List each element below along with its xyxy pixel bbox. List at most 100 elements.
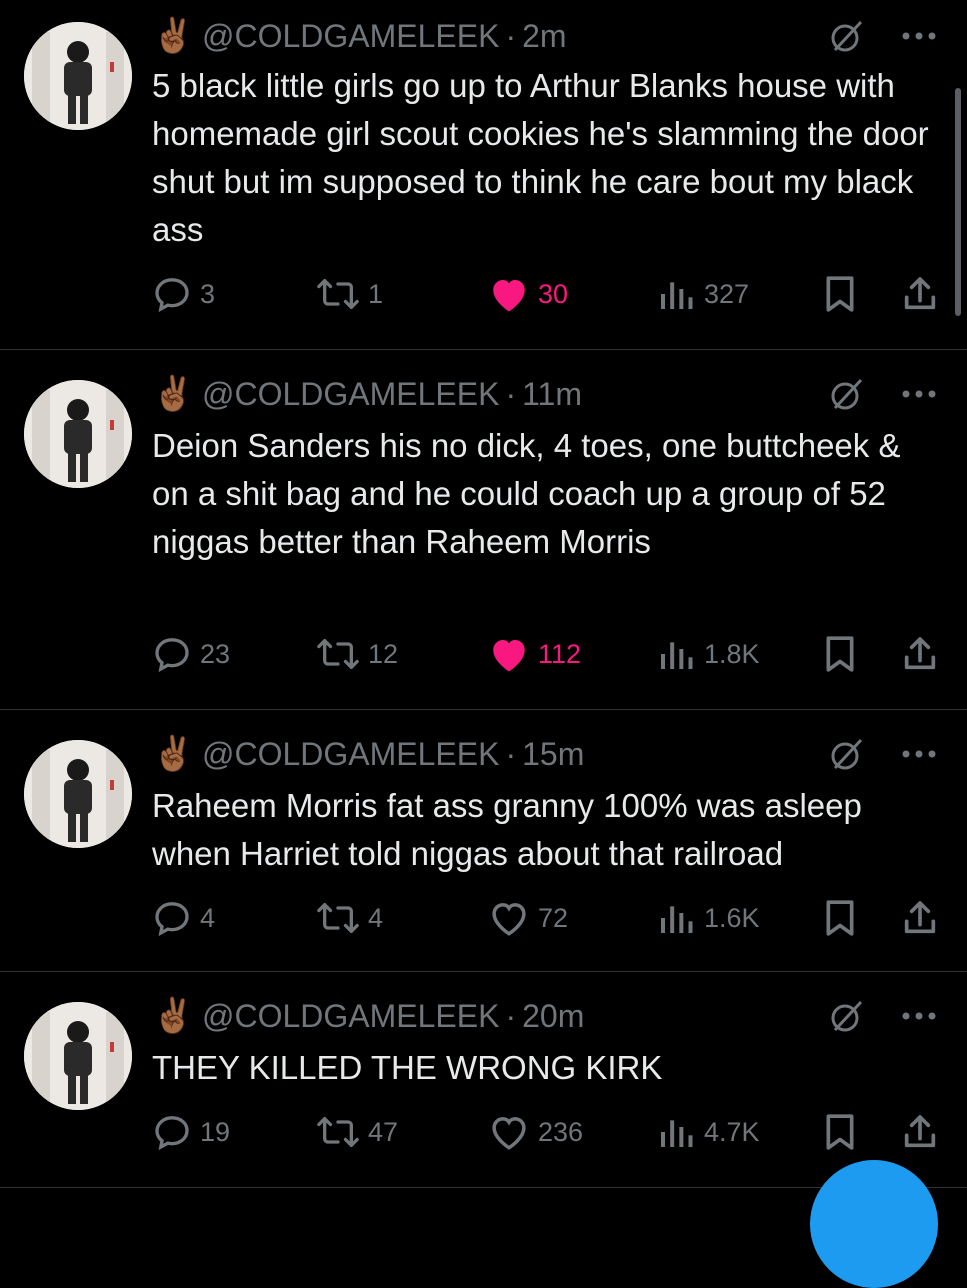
victory-hand-emoji: ✌🏾 (152, 374, 195, 414)
bookmark-icon (826, 636, 854, 672)
more-options-icon[interactable] (901, 31, 937, 41)
views-bar-chart-icon (661, 906, 693, 933)
like-count: 72 (538, 902, 569, 933)
separator-dot: · (505, 735, 517, 772)
tweet-header: ✌🏾 @COLDGAMELEEK · 11m (152, 370, 937, 418)
avatar[interactable] (24, 380, 132, 488)
more-options-icon[interactable] (901, 749, 937, 759)
share-icon (904, 901, 936, 934)
tweet-header: ✌🏾 @COLDGAMELEEK · 2m (152, 12, 937, 60)
user-handle[interactable]: @COLDGAMELEEK (202, 736, 499, 773)
avatar-image (24, 380, 132, 488)
avatar-image (24, 22, 132, 130)
bookmark-icon (826, 900, 854, 936)
grok-icon[interactable] (829, 376, 865, 412)
like-button[interactable]: 30 (488, 274, 568, 314)
views-button[interactable]: 1.6K (656, 898, 760, 938)
tweet-actions: 3 1 30 327 (152, 274, 943, 314)
tweet[interactable]: ✌🏾 @COLDGAMELEEK · 2m 5 black little gir… (0, 0, 967, 350)
heart-outline-icon (492, 1117, 526, 1150)
reply-button[interactable]: 19 (152, 1112, 230, 1152)
tweet[interactable]: ✌🏾 @COLDGAMELEEK · 11m Deion Sanders his… (0, 350, 967, 710)
repost-button[interactable]: 4 (316, 898, 383, 938)
share-button[interactable] (900, 1112, 940, 1152)
user-handle[interactable]: @COLDGAMELEEK (202, 998, 499, 1035)
repost-icon (317, 903, 359, 933)
victory-hand-emoji: ✌🏾 (152, 996, 195, 1036)
views-bar-chart-icon (661, 1120, 693, 1147)
like-count: 30 (538, 278, 569, 309)
victory-hand-emoji: ✌🏾 (152, 734, 195, 774)
more-options-icon[interactable] (901, 1011, 937, 1021)
avatar[interactable] (24, 22, 132, 130)
tweet-header: ✌🏾 @COLDGAMELEEK · 20m (152, 992, 937, 1040)
bookmark-button[interactable] (822, 274, 858, 314)
reply-button[interactable]: 23 (152, 634, 230, 674)
views-button[interactable]: 4.7K (656, 1112, 760, 1152)
more-options-icon[interactable] (901, 389, 937, 399)
share-button[interactable] (900, 274, 940, 314)
tweet-text: Deion Sanders his no dick, 4 toes, one b… (152, 427, 901, 560)
repost-icon (317, 279, 359, 309)
tweet[interactable]: ✌🏾 @COLDGAMELEEK · 20m THEY KILLED THE W… (0, 972, 967, 1188)
bookmark-button[interactable] (822, 898, 858, 938)
like-button[interactable]: 112 (488, 634, 581, 674)
tweet-actions: 23 12 112 1.8K (152, 634, 943, 674)
timestamp[interactable]: 11m (522, 376, 582, 413)
bookmark-icon (826, 276, 854, 312)
avatar-image (24, 740, 132, 848)
share-button[interactable] (900, 898, 940, 938)
reply-count: 3 (200, 278, 216, 309)
avatar[interactable] (24, 740, 132, 848)
repost-count: 4 (368, 902, 384, 933)
grok-icon[interactable] (829, 736, 865, 772)
timestamp[interactable]: 15m (522, 736, 584, 773)
bookmark-icon (826, 1114, 854, 1150)
scrollbar[interactable] (955, 88, 961, 316)
bookmark-button[interactable] (822, 634, 858, 674)
heart-icon (493, 280, 525, 312)
tweet-text: Raheem Morris fat ass granny 100% was as… (152, 787, 862, 872)
repost-button[interactable]: 12 (316, 634, 398, 674)
view-count: 327 (704, 278, 750, 309)
tweet-text: 5 black little girls go up to Arthur Bla… (152, 67, 929, 248)
repost-count: 47 (368, 1116, 399, 1147)
repost-count: 12 (368, 638, 399, 669)
share-button[interactable] (900, 634, 940, 674)
reply-icon (155, 1116, 189, 1151)
tweet-header: ✌🏾 @COLDGAMELEEK · 15m (152, 730, 937, 778)
avatar[interactable] (24, 1002, 132, 1110)
bookmark-button[interactable] (822, 1112, 858, 1152)
tweet[interactable]: ✌🏾 @COLDGAMELEEK · 15m Raheem Morris fat… (0, 710, 967, 972)
reply-icon (155, 902, 189, 937)
like-button[interactable]: 236 (488, 1112, 583, 1152)
reply-button[interactable]: 3 (152, 274, 215, 314)
views-button[interactable]: 1.8K (656, 634, 760, 674)
tweet-text: THEY KILLED THE WRONG KIRK (152, 1049, 663, 1086)
reply-button[interactable]: 4 (152, 898, 215, 938)
like-count: 236 (538, 1116, 584, 1147)
heart-outline-icon (492, 903, 526, 936)
timeline-feed: ✌🏾 @COLDGAMELEEK · 2m 5 black little gir… (0, 0, 967, 1288)
repost-icon (317, 639, 359, 669)
grok-icon[interactable] (829, 998, 865, 1034)
timestamp[interactable]: 2m (522, 18, 566, 55)
compose-fab-button[interactable] (810, 1160, 938, 1288)
like-button[interactable]: 72 (488, 898, 568, 938)
reply-icon (155, 278, 189, 313)
repost-button[interactable]: 1 (316, 274, 383, 314)
repost-button[interactable]: 47 (316, 1112, 398, 1152)
repost-count: 1 (368, 278, 384, 309)
user-handle[interactable]: @COLDGAMELEEK (202, 376, 499, 413)
views-button[interactable]: 327 (656, 274, 749, 314)
victory-hand-emoji: ✌🏾 (152, 16, 195, 56)
share-icon (904, 277, 936, 310)
separator-dot: · (505, 375, 517, 412)
timestamp[interactable]: 20m (522, 998, 584, 1035)
separator-dot: · (505, 997, 517, 1034)
grok-icon[interactable] (829, 18, 865, 54)
separator-dot: · (505, 17, 517, 54)
user-handle[interactable]: @COLDGAMELEEK (202, 18, 499, 55)
avatar-image (24, 1002, 132, 1110)
view-count: 1.8K (704, 638, 760, 669)
